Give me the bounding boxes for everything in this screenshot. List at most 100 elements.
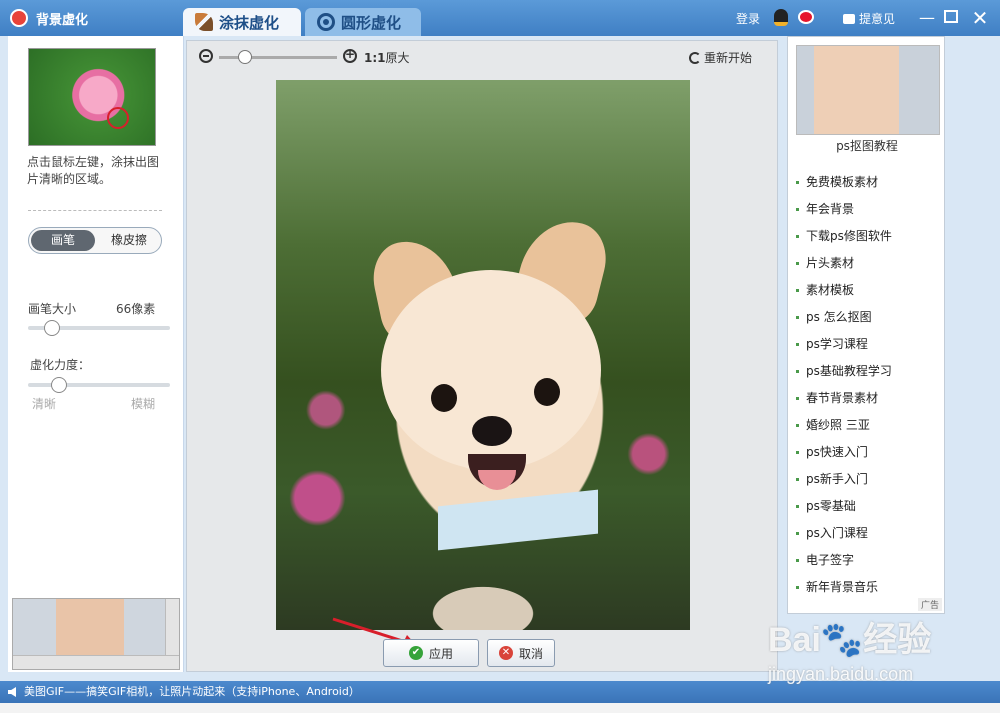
blur-strength-slider[interactable] [28, 377, 170, 393]
cancel-label: 取消 [518, 646, 543, 661]
ad-link-item[interactable]: 新年背景音乐 [796, 574, 942, 601]
bottom-strip [0, 703, 1000, 713]
ad-link-item[interactable]: ps基础教程学习 [796, 358, 942, 385]
ad-link-label: 婚纱照 三亚 [806, 418, 870, 432]
feedback-label: 提意见 [859, 12, 896, 26]
ad-link-item[interactable]: 婚纱照 三亚 [796, 412, 942, 439]
dog-bandana [438, 489, 598, 551]
apply-label: 应用 [428, 646, 453, 661]
bullet-icon [796, 586, 799, 589]
ad-link-item[interactable]: 素材模板 [796, 277, 942, 304]
cancel-x-icon: ✕ [498, 646, 513, 660]
navigator-thumbnail[interactable] [12, 598, 180, 670]
photo-canvas[interactable] [276, 80, 690, 630]
bullet-icon [796, 370, 799, 373]
close-button[interactable]: ✕ [969, 8, 991, 28]
undo-arrow-icon [689, 51, 701, 64]
ad-link-label: ps零基础 [806, 499, 856, 513]
tool-toggle: 画笔 橡皮擦 [28, 227, 162, 254]
smear-brush-icon [195, 13, 213, 31]
ad-link-label: 电子签字 [806, 553, 855, 567]
bullet-icon [796, 505, 799, 508]
bullet-icon [796, 478, 799, 481]
check-icon: ✔ [408, 646, 423, 660]
zoom-in-icon[interactable] [343, 47, 357, 63]
ad-link-item[interactable]: ps新手入门 [796, 466, 942, 493]
ad-link-label: ps新手入门 [806, 472, 868, 486]
tab-smear-blur[interactable]: 涂抹虚化 [183, 8, 301, 36]
blur-strength-label: 虚化力度： [30, 358, 91, 372]
ad-link-label: ps 怎么抠图 [806, 310, 872, 324]
ad-link-label: 免费模板素材 [806, 175, 879, 189]
ad-link-label: ps学习课程 [806, 337, 868, 351]
ad-thumbnail[interactable] [796, 45, 940, 135]
ad-link-item[interactable]: ps学习课程 [796, 331, 942, 358]
bullet-icon [796, 316, 799, 319]
left-panel: 点击鼠标左键，涂抹出图片清晰的区域。 画笔 橡皮擦 画笔大小 66像素 虚化力度… [8, 36, 184, 672]
navigator-vertical-scrollbar[interactable] [165, 599, 179, 657]
ad-link-item[interactable]: 电子签字 [796, 547, 942, 574]
bullet-icon [796, 397, 799, 400]
ad-link-item[interactable]: 下载ps修图软件 [796, 223, 942, 250]
navigator-horizontal-scrollbar[interactable] [13, 655, 179, 669]
tab-circle-label: 圆形虚化 [341, 13, 402, 32]
status-message[interactable]: 美图GIF——搞笑GIF相机，让照片动起来（支持iPhone、Android） [24, 685, 360, 698]
status-bar: 美图GIF——搞笑GIF相机，让照片动起来（支持iPhone、Android） [0, 681, 1000, 703]
ad-link-label: ps基础教程学习 [806, 364, 892, 378]
dog-eye-left [431, 384, 457, 412]
ad-link-label: 素材模板 [806, 283, 855, 297]
speaker-icon [8, 687, 16, 697]
ad-link-item[interactable]: 春节背景素材 [796, 385, 942, 412]
dog-nose [472, 416, 512, 446]
ad-link-item[interactable]: 年会背景 [796, 196, 942, 223]
feedback-button[interactable]: 提意见 [843, 10, 895, 27]
watermark-brand: Bai🐾经验 [768, 621, 932, 659]
dog-eye-right [534, 378, 560, 406]
zoom-out-icon[interactable] [199, 49, 213, 63]
brush-tool-button[interactable]: 画笔 [31, 230, 95, 251]
bullet-icon [796, 289, 799, 292]
eraser-tool-button[interactable]: 橡皮擦 [97, 228, 161, 253]
ad-link-item[interactable]: 免费模板素材 [796, 169, 942, 196]
zoom-slider-knob[interactable] [237, 50, 252, 64]
bullet-icon [796, 559, 799, 562]
bullet-icon [796, 532, 799, 535]
brush-size-slider[interactable] [28, 320, 170, 336]
minimize-button[interactable]: — [918, 9, 936, 27]
ad-link-item[interactable]: 片头素材 [796, 250, 942, 277]
qq-icon[interactable] [774, 9, 788, 26]
cancel-button[interactable]: ✕ 取消 [487, 639, 555, 667]
zoom-slider[interactable] [219, 56, 337, 59]
actual-size-label: 原大 [385, 51, 410, 65]
weibo-icon[interactable] [798, 10, 814, 24]
navigator-image [13, 599, 167, 657]
restart-label: 重新开始 [704, 51, 753, 65]
maximize-button[interactable] [944, 10, 958, 23]
ad-link-item[interactable]: ps快速入门 [796, 439, 942, 466]
ad-link-list: 免费模板素材年会背景下载ps修图软件片头素材素材模板 ps 怎么抠图 ps学习课程 p… [796, 169, 942, 601]
blur-min-label: 清晰 [32, 397, 57, 411]
ad-link-label: ps入门课程 [806, 526, 868, 540]
preview-thumbnail [28, 48, 156, 146]
ad-link-item[interactable]: ps 怎么抠图 [796, 304, 942, 331]
blur-strength-knob[interactable] [51, 377, 68, 393]
canvas-area: 1:1原大 重新开始 ✔ 应用 ✕ 取消 [186, 40, 778, 672]
actual-size-button[interactable]: 1:1原大 [364, 49, 410, 66]
app-title: 背景虚化 [36, 13, 89, 28]
brush-size-knob[interactable] [44, 320, 61, 336]
ad-title[interactable]: ps抠图教程 [788, 137, 944, 154]
tab-circle-blur[interactable]: 圆形虚化 [305, 8, 421, 36]
login-link[interactable]: 登录 [736, 10, 760, 27]
bullet-icon [796, 181, 799, 184]
ad-link-item[interactable]: ps入门课程 [796, 520, 942, 547]
ad-link-item[interactable]: ps零基础 [796, 493, 942, 520]
ad-link-label: ps快速入门 [806, 445, 868, 459]
brush-cursor-icon [107, 107, 129, 129]
app-window: 背景虚化 涂抹虚化 圆形虚化 登录 提意见 — ✕ 点击鼠标左键，涂抹出图片清晰… [0, 0, 1000, 713]
apply-button[interactable]: ✔ 应用 [383, 639, 479, 667]
bullet-icon [796, 424, 799, 427]
restart-button[interactable]: 重新开始 [689, 49, 752, 66]
brush-size-label: 画笔大小 [28, 302, 77, 316]
ad-link-label: 新年背景音乐 [806, 580, 879, 594]
ad-link-label: 下载ps修图软件 [806, 229, 892, 243]
